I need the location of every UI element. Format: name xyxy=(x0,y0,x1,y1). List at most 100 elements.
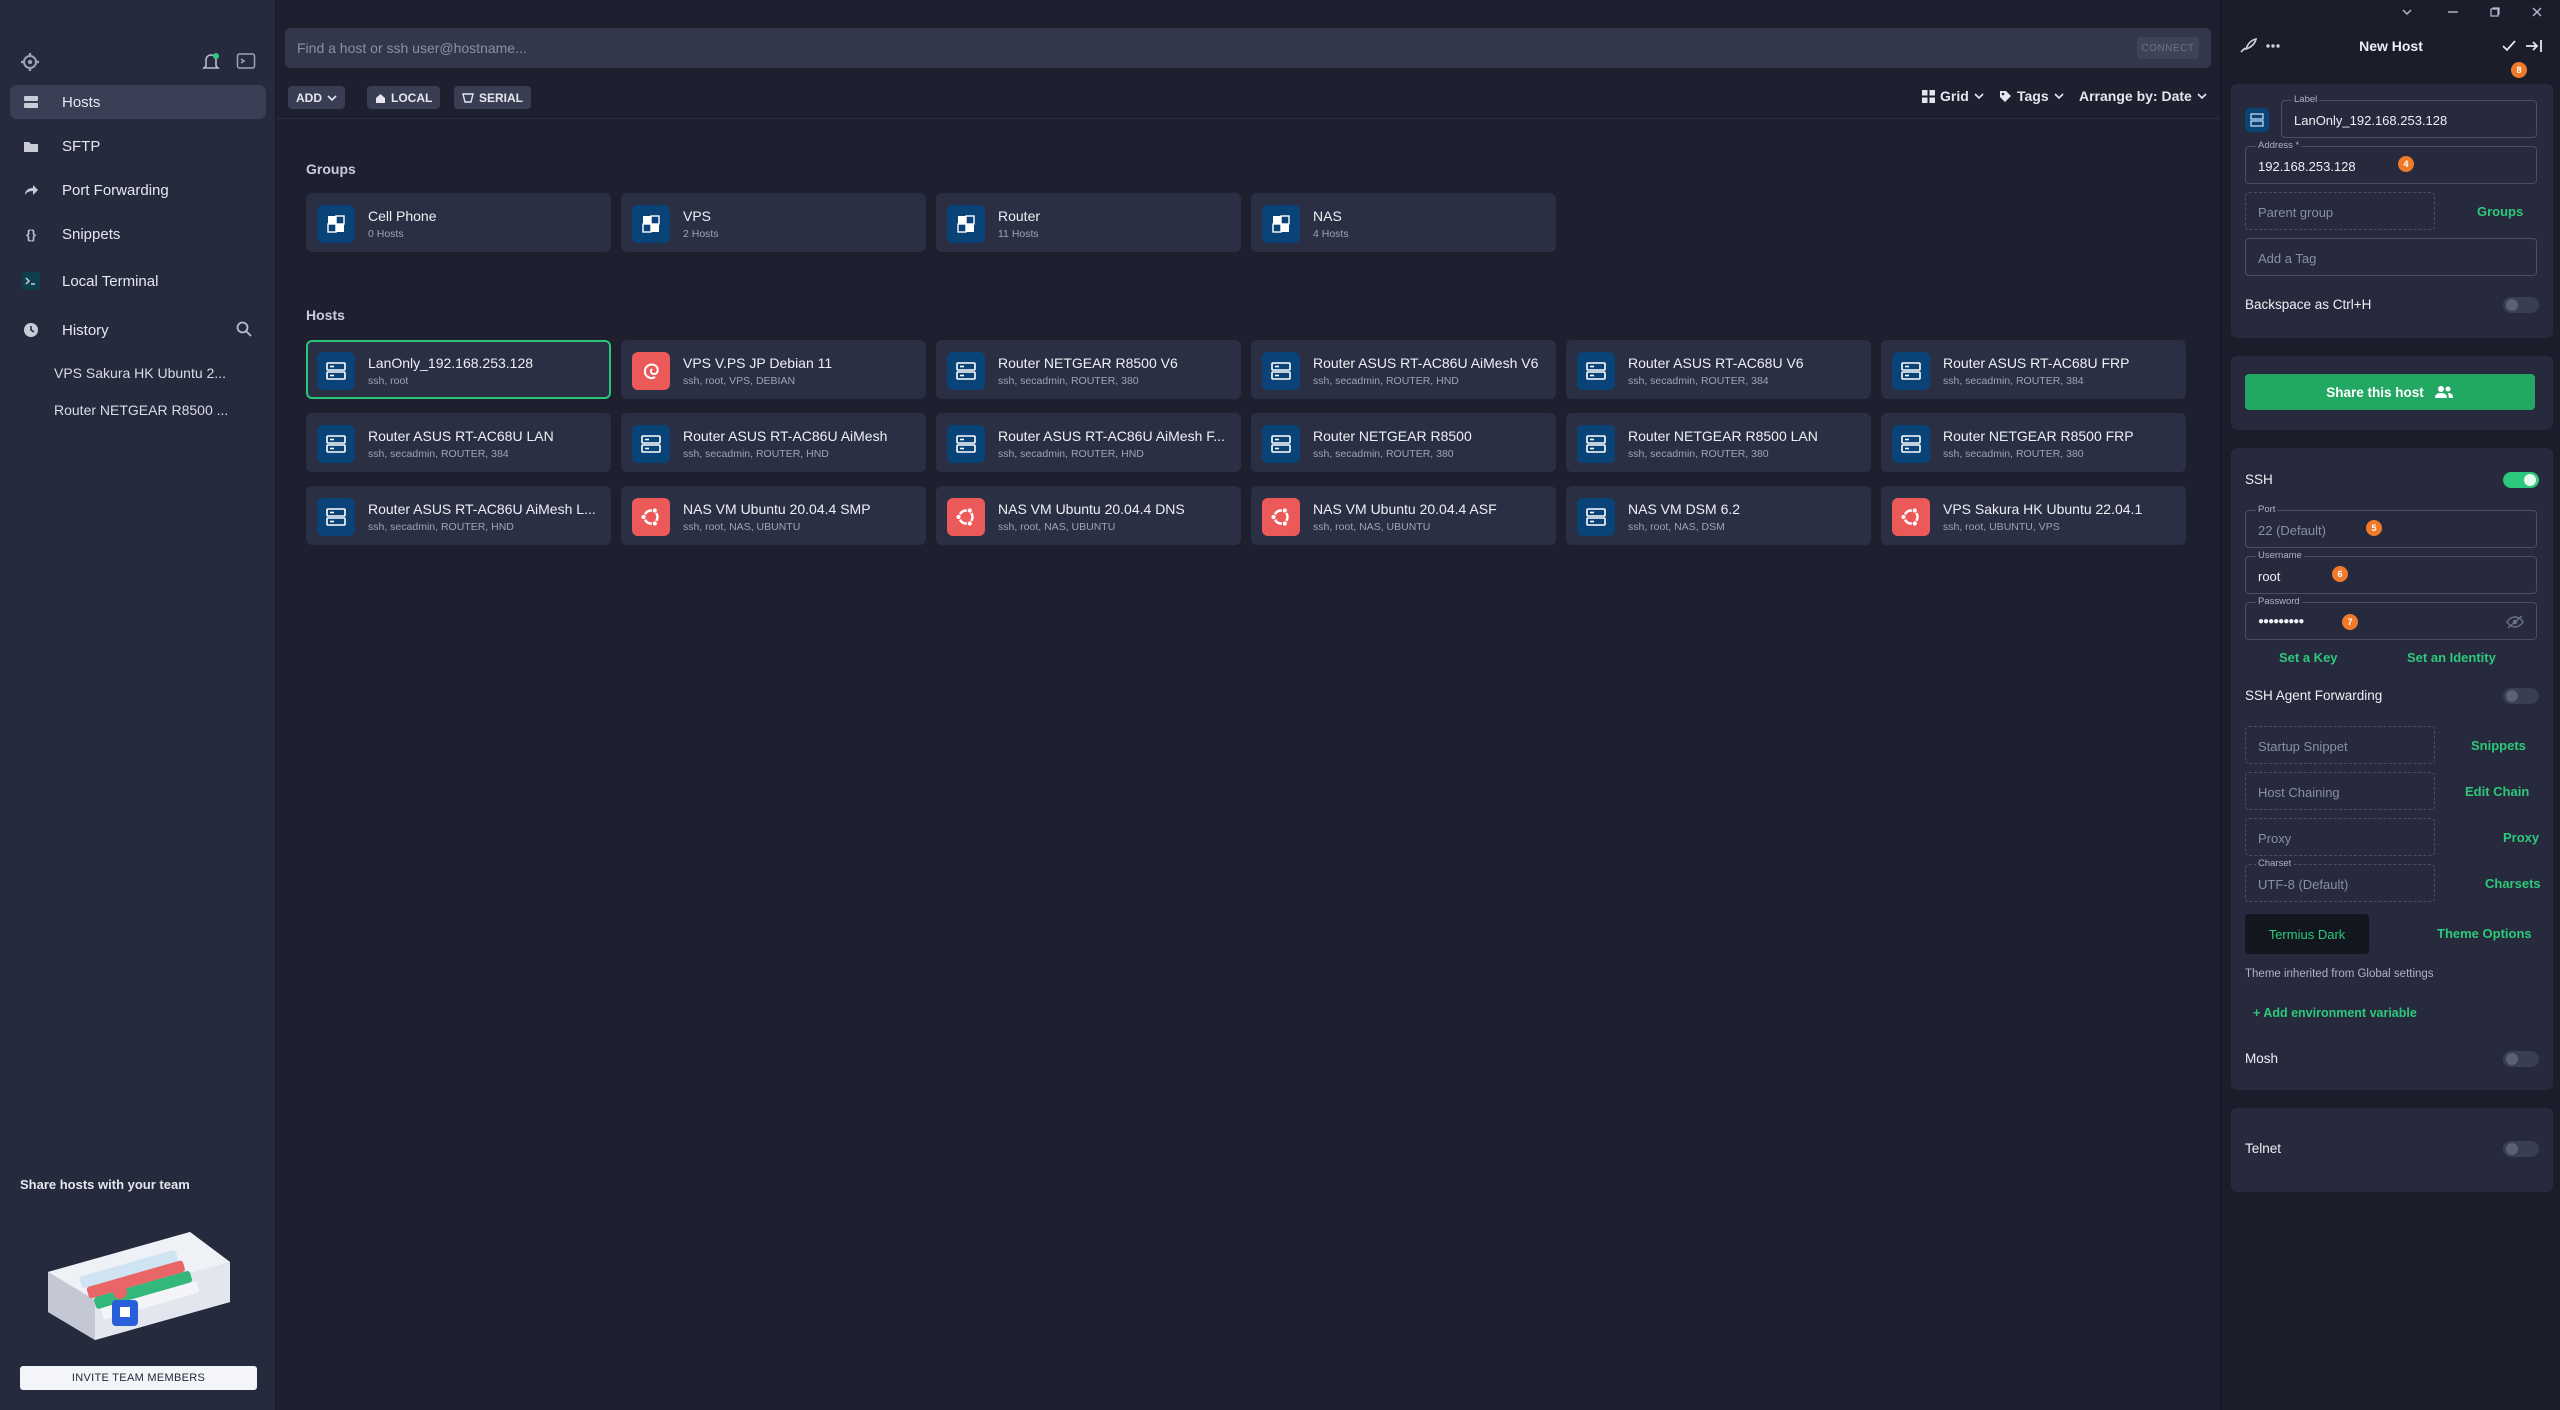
host-card[interactable]: Router ASUS RT-AC68U LAN ssh, secadmin, R… xyxy=(306,413,611,472)
close-icon[interactable] xyxy=(2527,4,2547,20)
sidebar-item-sftp[interactable]: SFTP xyxy=(10,129,266,163)
backspace-ctrl-h-toggle[interactable] xyxy=(2503,297,2539,313)
group-icon xyxy=(317,205,355,243)
parent-group-field[interactable]: Parent group xyxy=(2245,192,2435,230)
username-field[interactable]: Username root 6 xyxy=(2245,550,2537,594)
port-value: 22 (Default) xyxy=(2258,523,2326,538)
sidebar-item-label: Local Terminal xyxy=(62,272,159,290)
host-card[interactable]: Router ASUS RT-AC86U AiMesh ssh, secadmin… xyxy=(621,413,926,472)
host-card[interactable]: Router ASUS RT-AC86U AiMesh V6 ssh, secad… xyxy=(1251,340,1556,399)
grid-label: Grid xyxy=(1940,88,1969,104)
host-card[interactable]: Router ASUS RT-AC86U AiMesh L... ssh, sec… xyxy=(306,486,611,545)
restore-icon[interactable] xyxy=(2485,4,2505,20)
group-card[interactable]: NAS 4 Hosts xyxy=(1251,193,1556,252)
groups-link[interactable]: Groups xyxy=(2477,204,2523,219)
mosh-toggle[interactable] xyxy=(2503,1051,2539,1067)
host-name: Router ASUS RT-AC86U AiMesh xyxy=(683,428,888,444)
arrange-by-dropdown[interactable]: Arrange by: Date xyxy=(2079,88,2207,104)
host-details: ssh, secadmin, ROUTER, 380 xyxy=(998,375,1139,387)
host-card[interactable]: LanOnly_192.168.253.128 ssh, root xyxy=(306,340,611,399)
history-item[interactable]: VPS Sakura HK Ubuntu 2... xyxy=(54,365,234,381)
chevron-down-icon[interactable] xyxy=(2397,4,2417,20)
snippets-link[interactable]: Snippets xyxy=(2471,738,2526,753)
host-details: ssh, secadmin, ROUTER, HND xyxy=(368,521,514,533)
startup-snippet-field[interactable]: Startup Snippet xyxy=(2245,726,2435,764)
set-identity-link[interactable]: Set an Identity xyxy=(2407,650,2496,665)
host-card[interactable]: Router NETGEAR R8500 LAN ssh, secadmin, R… xyxy=(1566,413,1871,472)
connect-button[interactable]: CONNECT xyxy=(2137,37,2199,59)
ssh-toggle[interactable] xyxy=(2503,472,2539,488)
history-item[interactable]: Router NETGEAR R8500 ... xyxy=(54,402,234,418)
share-section: Share this host xyxy=(2231,356,2553,430)
group-card[interactable]: Router 11 Hosts xyxy=(936,193,1241,252)
add-tag-field[interactable]: Add a Tag xyxy=(2245,238,2537,276)
minimize-icon[interactable] xyxy=(2443,4,2463,20)
group-card[interactable]: Cell Phone 0 Hosts xyxy=(306,193,611,252)
proxy-link[interactable]: Proxy xyxy=(2503,830,2539,845)
sidebar-item-hosts[interactable]: Hosts xyxy=(10,85,266,119)
share-host-button[interactable]: Share this host xyxy=(2245,374,2535,410)
add-button[interactable]: ADD xyxy=(288,86,345,109)
host-card[interactable]: VPS Sakura HK Ubuntu 22.04.1 ssh, root, U… xyxy=(1881,486,2186,545)
host-details-section: Label LanOnly_192.168.253.128 Address * … xyxy=(2231,84,2553,338)
host-card[interactable]: Router ASUS RT-AC68U V6 ssh, secadmin, RO… xyxy=(1566,340,1871,399)
sidebar-item-history[interactable]: History xyxy=(10,313,266,347)
telnet-toggle[interactable] xyxy=(2503,1141,2539,1157)
host-card[interactable]: Router NETGEAR R8500 V6 ssh, secadmin, RO… xyxy=(936,340,1241,399)
set-key-link[interactable]: Set a Key xyxy=(2279,650,2338,665)
tags-filter[interactable]: Tags xyxy=(1999,88,2064,104)
theme-options-link[interactable]: Theme Options xyxy=(2437,926,2532,941)
server-icon xyxy=(947,425,985,463)
invite-team-members-button[interactable]: INVITE TEAM MEMBERS xyxy=(20,1366,257,1390)
serial-button[interactable]: SERIAL xyxy=(454,86,532,109)
host-details: ssh, secadmin, ROUTER, HND xyxy=(683,448,829,460)
history-search-icon[interactable] xyxy=(236,321,252,337)
label-caption: Label xyxy=(2292,94,2320,105)
charset-field[interactable]: Charset UTF-8 (Default) xyxy=(2245,858,2435,902)
host-card[interactable]: NAS VM Ubuntu 20.04.4 DNS ssh, root, NAS,… xyxy=(936,486,1241,545)
settings-gear-icon[interactable] xyxy=(20,52,42,74)
host-card[interactable]: Router NETGEAR R8500 ssh, secadmin, ROUTE… xyxy=(1251,413,1556,472)
server-icon[interactable] xyxy=(2245,108,2269,132)
label-field[interactable]: Label LanOnly_192.168.253.128 xyxy=(2281,94,2537,138)
proxy-placeholder: Proxy xyxy=(2258,831,2292,846)
host-card[interactable]: NAS VM Ubuntu 20.04.4 ASF ssh, root, NAS,… xyxy=(1251,486,1556,545)
group-name: Cell Phone xyxy=(368,208,437,224)
sidebar-item-snippets[interactable]: {} Snippets xyxy=(10,217,266,251)
theme-selector[interactable]: Termius Dark xyxy=(2245,914,2369,954)
host-name: NAS VM Ubuntu 20.04.4 DNS xyxy=(998,501,1185,517)
host-card[interactable]: Router ASUS RT-AC86U AiMesh F... ssh, sec… xyxy=(936,413,1241,472)
notification-bell-icon[interactable] xyxy=(202,52,224,74)
host-chaining-field[interactable]: Host Chaining xyxy=(2245,772,2435,810)
folder-icon xyxy=(22,137,40,155)
group-name: Router xyxy=(998,208,1041,224)
grid-view-toggle[interactable]: Grid xyxy=(1922,88,1984,104)
collapse-panel-icon[interactable] xyxy=(2525,38,2543,54)
proxy-field[interactable]: Proxy xyxy=(2245,818,2435,856)
eye-off-icon[interactable] xyxy=(2506,615,2524,629)
local-button[interactable]: LOCAL xyxy=(367,86,441,109)
sidebar-item-port-forwarding[interactable]: Port Forwarding xyxy=(10,173,266,207)
host-name: NAS VM Ubuntu 20.04.4 ASF xyxy=(1313,501,1497,517)
server-icon xyxy=(947,352,985,390)
search-input[interactable]: Find a host or ssh user@hostname... CONN… xyxy=(285,28,2211,68)
add-environment-variable-link[interactable]: + Add environment variable xyxy=(2253,1006,2417,1020)
edit-chain-link[interactable]: Edit Chain xyxy=(2465,784,2529,799)
port-field[interactable]: Port 22 (Default) 5 xyxy=(2245,504,2537,548)
host-card[interactable]: VPS V.PS JP Debian 11 ssh, root, VPS, DEB… xyxy=(621,340,926,399)
host-card[interactable]: NAS VM DSM 6.2 ssh, root, NAS, DSM xyxy=(1566,486,1871,545)
save-check-icon[interactable] xyxy=(2501,38,2517,54)
group-card[interactable]: VPS 2 Hosts xyxy=(621,193,926,252)
terminal-window-icon[interactable] xyxy=(236,52,258,74)
host-details: ssh, secadmin, ROUTER, 384 xyxy=(1628,375,1769,387)
charsets-link[interactable]: Charsets xyxy=(2485,876,2541,891)
agent-forwarding-toggle[interactable] xyxy=(2503,688,2539,704)
sidebar-item-local-terminal[interactable]: Local Terminal xyxy=(10,264,266,298)
chevron-down-icon xyxy=(2197,92,2207,100)
address-field[interactable]: Address * 192.168.253.128 4 xyxy=(2245,140,2537,184)
host-card[interactable]: Router ASUS RT-AC68U FRP ssh, secadmin, R… xyxy=(1881,340,2186,399)
host-card[interactable]: Router NETGEAR R8500 FRP ssh, secadmin, R… xyxy=(1881,413,2186,472)
toolbar: ADD LOCAL SERIAL Grid Tags Arrange by: D… xyxy=(277,84,2220,112)
password-field[interactable]: Password ●●●●●●●●● 7 xyxy=(2245,596,2537,640)
host-card[interactable]: NAS VM Ubuntu 20.04.4 SMP ssh, root, NAS,… xyxy=(621,486,926,545)
